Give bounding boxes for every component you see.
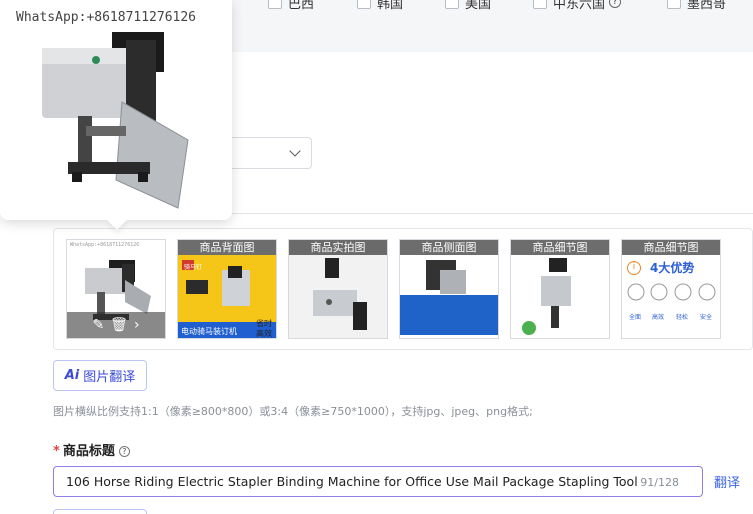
help-icon[interactable]: ? [609, 0, 622, 8]
product-edit-page: 巴西 韩国 美国 中东六国 ? 墨西哥 WhatsApp:+8618711276… [0, 0, 753, 514]
ai-icon: Ai [64, 368, 80, 383]
label-text: 商品标题 [62, 444, 115, 459]
product-images-panel: WhatsApp:+8618711276126 ✎ 🗑 › 商品背面图 骑马钉 … [53, 228, 753, 350]
detail-image-thumb-1[interactable]: 商品细节图 [510, 239, 610, 339]
product-title-label: * 商品标题? [53, 440, 130, 459]
secondary-button[interactable] [53, 509, 147, 514]
divider [230, 213, 753, 214]
checkbox[interactable] [667, 0, 681, 9]
country-option-middle-east[interactable]: 中东六国 ? [533, 0, 622, 12]
checkbox[interactable] [268, 0, 282, 9]
country-option-usa[interactable]: 美国 [445, 0, 492, 12]
country-option-mexico[interactable]: 墨西哥 [667, 0, 727, 12]
country-label: 中东六国 [553, 0, 606, 12]
advantage-icons [627, 283, 716, 301]
translate-link[interactable]: 翻译 [714, 472, 740, 491]
product-title-input[interactable]: 106 Horse Riding Electric Stapler Bindin… [53, 466, 703, 497]
image-format-hint: 图片横纵比例支持1:1（像素≥800*800）或3:4（像素≥750*1000）… [53, 405, 533, 418]
image-preview-popover: WhatsApp:+8618711276126 [0, 0, 232, 230]
required-mark: * [53, 444, 60, 459]
checkbox[interactable] [357, 0, 371, 9]
country-label: 韩国 [377, 0, 404, 12]
checkbox[interactable] [533, 0, 547, 9]
thumb-label: 商品细节图 [511, 240, 609, 255]
thumb-caption: 电动骑马装订机 [181, 327, 237, 336]
detail-image-thumb-2[interactable]: 商品细节图 i 4大优势 全面 高效 轻松 安全 [621, 239, 721, 339]
country-option-korea[interactable]: 韩国 [357, 0, 404, 12]
checkbox[interactable] [445, 0, 459, 9]
chevron-down-icon [289, 145, 301, 157]
country-label: 墨西哥 [687, 0, 727, 12]
advantage-label: 高效 [652, 314, 665, 321]
char-count: 91/128 [640, 476, 679, 489]
thumb-label: 商品实拍图 [289, 240, 387, 255]
thumb-label: 商品侧面图 [400, 240, 498, 255]
watermark-text: WhatsApp:+8618711276126 [16, 10, 197, 25]
help-icon[interactable]: ? [118, 446, 130, 457]
delete-icon[interactable]: 🗑 [110, 317, 128, 333]
country-option-brazil[interactable]: 巴西 [268, 0, 315, 12]
country-label: 巴西 [288, 0, 315, 12]
advantage-label: 轻松 [676, 314, 689, 321]
chevron-right-icon[interactable]: › [134, 317, 140, 333]
thumb-badge: 高效 [256, 329, 272, 338]
thumb-actions: ✎ 🗑 › [67, 312, 165, 338]
advantage-label: 全面 [629, 314, 642, 321]
watermark-text: WhatsApp:+8618711276126 [70, 242, 140, 248]
country-label: 美国 [465, 0, 492, 12]
input-value: 106 Horse Riding Electric Stapler Bindin… [66, 474, 638, 489]
thumb-tag: 骑马钉 [184, 264, 203, 271]
advantage-label: 安全 [700, 314, 713, 321]
thumb-label: 商品背面图 [178, 240, 276, 255]
back-image-thumb[interactable]: 商品背面图 骑马钉 电动骑马装订机 省时 高效 [177, 239, 277, 339]
main-image-thumb[interactable]: WhatsApp:+8618711276126 ✎ 🗑 › [66, 239, 166, 339]
side-image-thumb[interactable]: 商品侧面图 [399, 239, 499, 339]
edit-icon[interactable]: ✎ [92, 317, 104, 333]
image-translate-button[interactable]: Ai 图片翻译 [53, 360, 147, 391]
real-shot-thumb[interactable]: 商品实拍图 [288, 239, 388, 339]
button-label: 图片翻译 [83, 370, 136, 385]
stapler-preview-image [42, 32, 189, 209]
